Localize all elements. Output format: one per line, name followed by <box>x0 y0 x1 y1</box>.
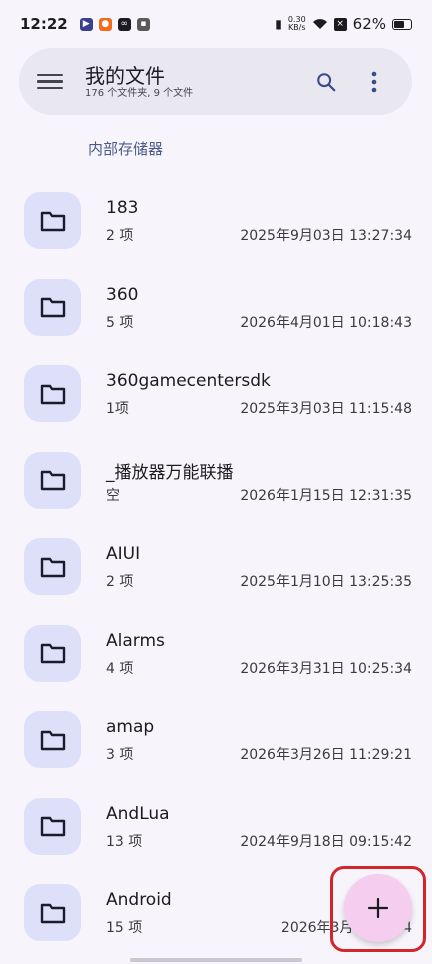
vibrate-icon: ▮ <box>275 17 282 31</box>
net-speed-unit: KB/s <box>287 23 306 32</box>
file-date: 2026年3月26日 11:29:21 <box>240 747 412 763</box>
file-count: 5 项 <box>106 314 134 331</box>
file-name: AIUI <box>106 544 141 564</box>
file-name: 183 <box>106 198 139 218</box>
search-button[interactable] <box>306 62 346 102</box>
battery-percent: 62% <box>352 15 386 33</box>
more-vert-icon <box>371 71 377 92</box>
file-row[interactable]: _播放器万能联播 空 2026年1月15日 12:31:35 <box>0 436 432 522</box>
folder-icon <box>24 365 81 422</box>
file-date: 2026年1月15日 12:31:35 <box>240 487 412 504</box>
folder-icon <box>24 538 81 595</box>
file-date: 2025年3月03日 11:15:48 <box>240 401 412 417</box>
status-bar: 12:22 ▶ ● ∞ ▪ ▮ 0.30 KB/s × 62% <box>0 0 432 48</box>
file-count: 2 项 <box>106 574 134 590</box>
file-row[interactable]: 360gamecentersdk 1项 2025年3月03日 11:15:48 <box>0 349 432 435</box>
link-notification-icon: ∞ <box>117 17 131 31</box>
file-name: amap <box>106 717 155 737</box>
more-options-button[interactable] <box>354 62 394 102</box>
status-time: 12:22 <box>20 15 68 33</box>
folder-icon <box>24 278 81 336</box>
file-row[interactable]: 183 2 项 2025年9月03日 13:27:34 <box>0 176 432 262</box>
folder-icon <box>24 624 81 682</box>
folder-icon <box>24 797 81 855</box>
file-name: 360gamecentersdk <box>106 371 271 391</box>
wifi-icon <box>312 19 327 29</box>
file-date: 2024年9月18日 09:15:42 <box>240 833 412 850</box>
file-count: 2 项 <box>106 228 134 244</box>
file-row[interactable]: Alarms 4 项 2026年3月31日 10:25:34 <box>0 609 432 695</box>
battery-icon <box>392 18 412 30</box>
folder-icon <box>24 711 81 768</box>
top-app-bar: 我的文件 176 个文件夹, 9 个文件 <box>19 48 412 115</box>
breadcrumb[interactable]: 内部存储器 <box>88 138 163 159</box>
highlight-box <box>330 866 426 952</box>
search-icon <box>317 72 336 91</box>
page-subtitle: 176 个文件夹, 9 个文件 <box>85 87 194 99</box>
file-count: 13 项 <box>106 833 143 850</box>
home-indicator[interactable] <box>130 958 302 962</box>
file-row[interactable]: AndLua 13 项 2024年9月18日 09:15:42 <box>0 782 432 868</box>
file-name: AndLua <box>106 803 170 824</box>
page-title: 我的文件 <box>85 63 165 88</box>
status-right: ▮ 0.30 KB/s × 62% <box>275 15 412 33</box>
file-name: Android <box>106 890 172 910</box>
file-count: 1项 <box>106 401 129 417</box>
title-block: 我的文件 176 个文件夹, 9 个文件 <box>85 64 306 100</box>
file-row[interactable]: AIUI 2 项 2025年1月10日 13:25:35 <box>0 522 432 608</box>
folder-icon <box>24 884 81 941</box>
file-date: 2025年9月03日 13:27:34 <box>240 228 412 244</box>
nosim-icon: × <box>333 17 347 31</box>
file-date: 2025年1月10日 13:25:35 <box>240 574 412 590</box>
folder-icon <box>24 192 81 249</box>
file-count: 空 <box>106 487 120 504</box>
folder-icon <box>24 451 81 509</box>
file-name: Alarms <box>106 630 165 651</box>
net-speed: 0.30 KB/s <box>288 16 306 32</box>
menu-icon[interactable] <box>37 71 63 93</box>
play-notification-icon: ▶ <box>79 17 93 31</box>
file-name: 360 <box>106 284 139 305</box>
status-left: 12:22 ▶ ● ∞ ▪ <box>20 15 150 33</box>
file-date: 2026年3月31日 10:25:34 <box>240 660 412 677</box>
message-notification-icon: ▪ <box>136 17 150 31</box>
file-name: _播放器万能联播 <box>106 462 234 483</box>
app-notification-icon: ● <box>98 17 112 31</box>
file-count: 15 项 <box>106 920 143 936</box>
file-date: 2026年4月01日 10:18:43 <box>240 314 412 331</box>
file-row[interactable]: 360 5 项 2026年4月01日 10:18:43 <box>0 263 432 349</box>
file-count: 3 项 <box>106 747 134 763</box>
file-row[interactable]: amap 3 项 2026年3月26日 11:29:21 <box>0 695 432 781</box>
file-count: 4 项 <box>106 660 134 677</box>
